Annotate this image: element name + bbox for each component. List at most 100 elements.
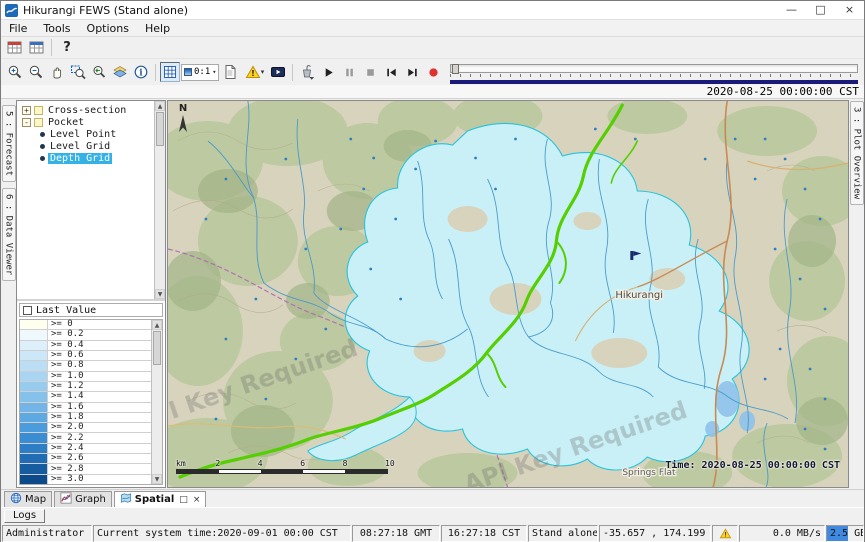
status-system-time: Current system time:2020-09-01 00:00 CST bbox=[93, 525, 351, 542]
scroll-down-button[interactable]: ▼ bbox=[155, 289, 165, 299]
float-tab-icon[interactable]: □ bbox=[179, 495, 188, 505]
timeline-track[interactable] bbox=[450, 64, 858, 73]
title-bar[interactable]: Hikurangi FEWS (Stand alone) — □ × bbox=[1, 1, 864, 19]
scroll-thumb[interactable] bbox=[153, 331, 161, 365]
legend-row: >= 0.4 bbox=[20, 341, 151, 351]
scale-tick-label: 6 bbox=[300, 459, 305, 468]
pause-button[interactable] bbox=[339, 62, 359, 82]
legend-swatch bbox=[20, 475, 48, 484]
menu-item-tools[interactable]: Tools bbox=[35, 22, 78, 35]
zoom-extent-button[interactable] bbox=[68, 62, 88, 82]
scroll-up-button[interactable]: ▲ bbox=[155, 101, 165, 111]
zoom-out-button[interactable] bbox=[26, 62, 46, 82]
layer-tree-rows: +Cross-section-PocketLevel PointLevel Gr… bbox=[17, 101, 154, 299]
zoom-previous-button[interactable] bbox=[89, 62, 109, 82]
side-tab-plot-overview[interactable]: 3 : Plot Overview bbox=[850, 101, 864, 205]
maximize-button[interactable]: □ bbox=[806, 1, 835, 19]
record-button[interactable] bbox=[423, 62, 443, 82]
stop-button[interactable] bbox=[360, 62, 380, 82]
scroll-up-button[interactable]: ▲ bbox=[152, 320, 162, 330]
menu-item-help[interactable]: Help bbox=[137, 22, 178, 35]
play-button[interactable] bbox=[318, 62, 338, 82]
menu-item-file[interactable]: File bbox=[1, 22, 35, 35]
scale-ratio-select[interactable]: 0:1 ▾ bbox=[181, 64, 219, 81]
close-button[interactable]: × bbox=[835, 1, 864, 19]
legend-swatch bbox=[20, 361, 48, 370]
legend-swatch bbox=[20, 444, 48, 453]
tree-item-cross-section[interactable]: +Cross-section bbox=[19, 104, 154, 116]
minimize-button[interactable]: — bbox=[777, 1, 806, 19]
map-toolbar: i 0:1 ▾ !▾ bbox=[1, 59, 864, 85]
pan-button[interactable] bbox=[47, 62, 67, 82]
tree-item-level-grid[interactable]: Level Grid bbox=[19, 140, 154, 152]
logs-row: Logs bbox=[1, 507, 864, 524]
timeline-thumb[interactable] bbox=[452, 64, 459, 74]
legend-rows: >= 0>= 0.2>= 0.4>= 0.6>= 0.8>= 1.0>= 1.2… bbox=[20, 320, 151, 484]
legend-scrollbar[interactable]: ▲ ▼ bbox=[151, 320, 162, 484]
side-tab-forecast[interactable]: 5 : Forecast bbox=[2, 105, 16, 182]
help-button[interactable]: ? bbox=[57, 38, 77, 58]
step-back-button[interactable] bbox=[381, 62, 401, 82]
spatial-icon bbox=[120, 492, 132, 507]
animation-export-button[interactable] bbox=[268, 62, 288, 82]
side-tab-data-viewer[interactable]: 6 : Data Viewer bbox=[2, 188, 16, 281]
menu-item-options[interactable]: Options bbox=[79, 22, 137, 35]
grid-display-button[interactable] bbox=[160, 62, 180, 82]
north-label: N bbox=[177, 104, 189, 114]
status-transfer-rate: 0.0 MB/s bbox=[739, 525, 825, 542]
tree-scrollbar[interactable]: ▲ ▼ bbox=[154, 101, 165, 299]
tab-graph[interactable]: Graph bbox=[54, 491, 112, 507]
chevron-down-icon: ▾ bbox=[261, 68, 265, 76]
scale-tick-label: 2 bbox=[215, 459, 220, 468]
folder-icon bbox=[34, 106, 43, 115]
node-bullet-icon bbox=[40, 144, 45, 149]
layers-button[interactable] bbox=[110, 62, 130, 82]
legend-list: >= 0>= 0.2>= 0.4>= 0.6>= 0.8>= 1.0>= 1.2… bbox=[19, 319, 163, 485]
map-time-label: Time: 2020-08-25 00:00:00 CST bbox=[665, 460, 840, 471]
spatial-display-button[interactable] bbox=[26, 38, 46, 58]
database-display-button[interactable] bbox=[4, 38, 24, 58]
tree-item-label: Level Point bbox=[48, 129, 118, 140]
scale-tick-label: 10 bbox=[385, 459, 395, 468]
last-value-checkbox[interactable] bbox=[23, 306, 32, 315]
scale-segment bbox=[261, 470, 303, 473]
legend-row: >= 0.2 bbox=[20, 330, 151, 340]
profile-tool-button[interactable] bbox=[297, 62, 317, 82]
close-tab-icon[interactable]: × bbox=[193, 495, 201, 505]
logs-button[interactable]: Logs bbox=[4, 509, 45, 523]
document-button[interactable] bbox=[220, 62, 240, 82]
collapse-icon[interactable]: - bbox=[22, 118, 31, 127]
scale-track bbox=[176, 469, 388, 474]
step-forward-button[interactable] bbox=[402, 62, 422, 82]
north-arrow: N bbox=[177, 104, 189, 137]
tab-map[interactable]: Map bbox=[4, 491, 52, 507]
legend-swatch bbox=[20, 351, 48, 360]
expand-icon[interactable]: + bbox=[22, 106, 31, 115]
warning-dropdown-button[interactable]: !▾ bbox=[241, 62, 267, 82]
tree-item-pocket[interactable]: -Pocket bbox=[19, 116, 154, 128]
menu-bar: FileToolsOptionsHelp bbox=[1, 19, 864, 37]
status-bar: Administrator Current system time:2020-0… bbox=[1, 524, 864, 542]
legend-swatch bbox=[20, 392, 48, 401]
legend-label: >= 0.6 bbox=[48, 351, 84, 360]
timeline-slider[interactable] bbox=[450, 61, 858, 85]
legend-label: >= 2.4 bbox=[48, 444, 84, 453]
legend-row: >= 0 bbox=[20, 320, 151, 330]
main-toolbar: ? bbox=[1, 37, 864, 59]
compass-needle-icon bbox=[177, 114, 189, 134]
tree-item-depth-grid[interactable]: Depth Grid bbox=[19, 152, 154, 164]
tree-item-level-point[interactable]: Level Point bbox=[19, 128, 154, 140]
zoom-in-button[interactable] bbox=[5, 62, 25, 82]
scroll-down-button[interactable]: ▼ bbox=[152, 474, 162, 484]
node-bullet-icon bbox=[40, 132, 45, 137]
legend-label: >= 0 bbox=[48, 320, 73, 329]
node-bullet-icon bbox=[40, 156, 45, 161]
tab-spatial[interactable]: Spatial□× bbox=[114, 491, 207, 507]
map-view[interactable]: API Key Required API Key Required Hikura… bbox=[167, 100, 849, 488]
main-content: 5 : Forecast 6 : Data Viewer +Cross-secti… bbox=[1, 99, 864, 489]
info-button[interactable]: i bbox=[131, 62, 151, 82]
scroll-thumb[interactable] bbox=[156, 112, 164, 146]
scale-segment bbox=[219, 470, 261, 473]
timeline-ticks bbox=[450, 74, 858, 77]
legend-row: >= 2.2 bbox=[20, 433, 151, 443]
